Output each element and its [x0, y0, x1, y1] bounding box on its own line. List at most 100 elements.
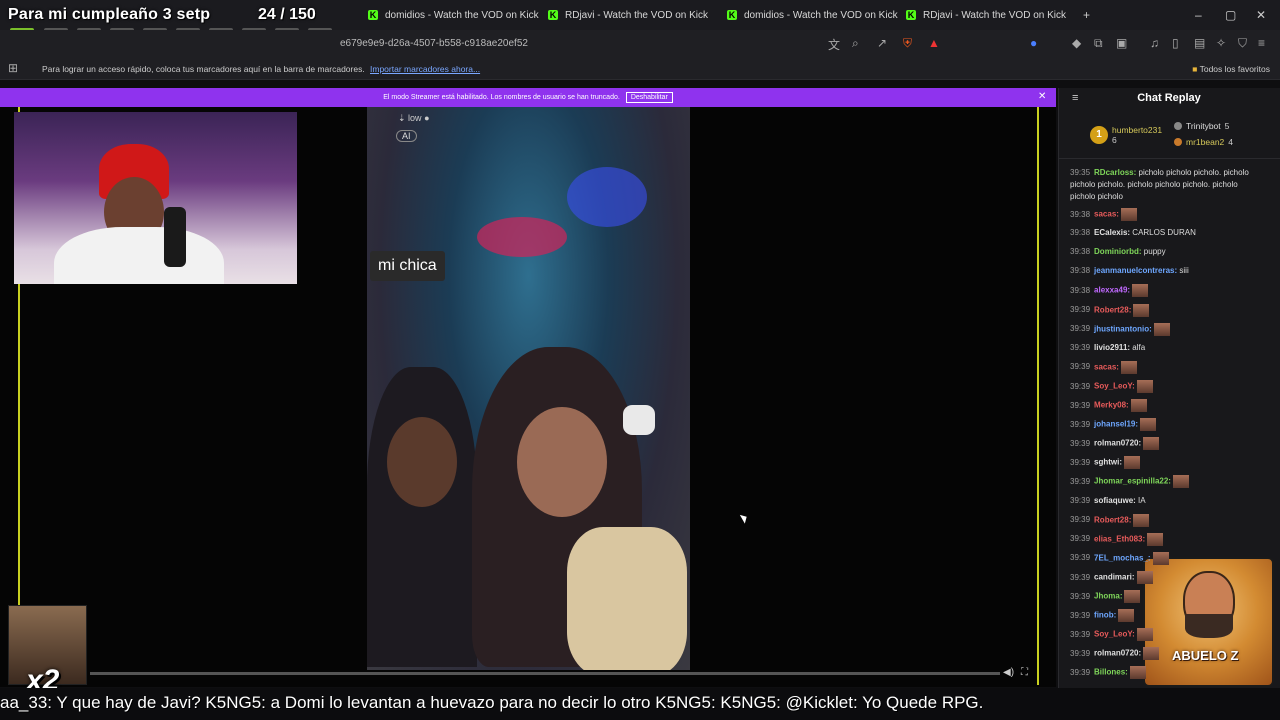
overlay-title: Para mi cumpleaño 3 setp: [8, 6, 211, 23]
neon-light: [567, 167, 647, 227]
chat-text: puppy: [1141, 247, 1166, 257]
chat-emote: [1130, 399, 1147, 412]
chat-username[interactable]: rolman0720:: [1094, 439, 1141, 448]
gift-leaderboard: 1 humberto231 6 Trinitybot 5 mr1bean2 4: [1058, 115, 1280, 159]
chat-text: siii: [1177, 266, 1189, 276]
sidebar-icon[interactable]: ▯: [1172, 36, 1179, 50]
chat-username[interactable]: Jhoma:: [1094, 592, 1122, 601]
chat-timestamp: 39:39: [1070, 553, 1091, 563]
kick-icon: K: [368, 10, 378, 20]
extensions-icon[interactable]: ⧉: [1094, 36, 1103, 51]
leaderboard-count: 6: [1112, 135, 1117, 145]
chat-timestamp: 39:38: [1070, 266, 1091, 276]
chat-username[interactable]: rolman0720:: [1094, 649, 1141, 658]
chat-username[interactable]: sofiaquwe:: [1094, 496, 1136, 505]
minimize-icon[interactable]: –: [1195, 8, 1202, 22]
chat-username[interactable]: Soy_LeoY:: [1094, 382, 1135, 391]
maximize-icon[interactable]: ▢: [1225, 8, 1236, 22]
chat-username[interactable]: sghtwi:: [1094, 458, 1122, 467]
chat-message: 39:39 Soy_LeoY:: [1070, 628, 1260, 642]
chat-username[interactable]: RDcarloss:: [1094, 168, 1136, 177]
chat-username[interactable]: Merky08:: [1094, 401, 1129, 410]
chat-username[interactable]: sacas:: [1094, 210, 1119, 219]
tab-item[interactable]: K RDjavi - Watch the VOD on Kick: [548, 4, 708, 26]
chat-message: 39:39 Merky08:: [1070, 399, 1260, 412]
chat-username[interactable]: Dominiorbd:: [1094, 247, 1142, 256]
new-tab-icon[interactable]: +: [1083, 8, 1090, 22]
sweater: [567, 527, 687, 670]
chat-title: Chat Replay: [1137, 92, 1201, 104]
chat-username[interactable]: Robert28:: [1094, 305, 1131, 314]
chat-timestamp: 39:39: [1070, 305, 1091, 315]
leaderboard-count: 5: [1224, 121, 1230, 131]
chat-username[interactable]: 7EL_mochas_:: [1094, 553, 1150, 562]
screenshot-icon[interactable]: ▣: [1116, 36, 1127, 50]
brave-rewards-icon[interactable]: ▲: [928, 36, 940, 50]
chat-username[interactable]: jeanmanuelcontreras:: [1094, 266, 1177, 275]
leo-icon[interactable]: ✧: [1216, 36, 1226, 50]
chat-timestamp: 39:39: [1070, 342, 1091, 352]
chat-username[interactable]: Billones:: [1094, 668, 1128, 677]
close-window-icon[interactable]: ✕: [1256, 8, 1266, 22]
apps-grid-icon[interactable]: ⊞: [8, 61, 18, 75]
chat-username[interactable]: candimari:: [1094, 573, 1134, 582]
wallet-icon[interactable]: ◆: [1072, 36, 1081, 50]
face: [387, 417, 457, 507]
quality-label: ⇣ low ●: [398, 113, 430, 123]
tab-item[interactable]: K domidios - Watch the VOD on Kick: [368, 4, 539, 26]
chat-emote: [1147, 532, 1164, 546]
chat-message: 39:39 rolman0720:: [1070, 647, 1260, 661]
neon-light: [477, 217, 567, 257]
all-bookmarks-folder[interactable]: ■ Todos los favoritos: [1192, 64, 1270, 74]
chat-timestamp: 39:39: [1070, 419, 1091, 429]
chat-text: alfa: [1130, 342, 1146, 352]
chat-username[interactable]: livio2911:: [1094, 343, 1130, 352]
brave-shield-icon[interactable]: ⛨: [903, 36, 912, 51]
volume-icon[interactable]: ◀): [1003, 667, 1014, 678]
white-shirt: [54, 227, 224, 284]
chat-username[interactable]: alexxa49:: [1094, 286, 1130, 295]
chat-emote: [1124, 590, 1141, 603]
chat-username[interactable]: johansel19:: [1094, 420, 1138, 429]
menu-icon[interactable]: ≡: [1258, 36, 1265, 50]
wallet2-icon[interactable]: ▤: [1194, 36, 1205, 50]
chat-emote: [1133, 303, 1150, 317]
chat-message: 39:39 johansel19:: [1070, 418, 1260, 432]
tab-label: RDjavi - Watch the VOD on Kick: [923, 9, 1067, 21]
import-bookmarks-link[interactable]: Importar marcadores ahora...: [370, 64, 480, 74]
chat-emote: [1136, 570, 1153, 584]
chat-username[interactable]: jhustinantonio:: [1094, 324, 1152, 333]
banner-text: El modo Streamer está habilitado. Los no…: [383, 94, 620, 101]
video-progress-bar[interactable]: [90, 672, 1000, 675]
chat-username[interactable]: elias_Eth083:: [1094, 534, 1145, 543]
cat-emoji: [623, 405, 655, 435]
tab-item[interactable]: K domidios - Watch the VOD on Kick: [727, 4, 898, 26]
chat-message: 39:39 Robert28:: [1070, 303, 1260, 317]
chat-message: 39:39 finob:: [1070, 609, 1260, 623]
music-icon[interactable]: ♫: [1150, 36, 1159, 50]
chat-username[interactable]: sacas:: [1094, 362, 1119, 371]
vpn-icon[interactable]: ⛉: [1238, 36, 1247, 51]
rank-badge: 1: [1090, 126, 1108, 144]
chat-text: CARLOS DURAN: [1130, 228, 1196, 238]
chat-message: 39:38 alexxa49:: [1070, 284, 1260, 298]
share-icon[interactable]: ↗: [877, 36, 887, 50]
chat-emote: [1136, 628, 1153, 642]
chat-timestamp: 39:39: [1070, 591, 1091, 601]
chat-username[interactable]: Jhomar_espinilla22:: [1094, 477, 1171, 486]
chat-username[interactable]: Robert28:: [1094, 515, 1131, 524]
chat-username[interactable]: ECalexis:: [1094, 228, 1130, 237]
tab-item[interactable]: K RDjavi - Watch the VOD on Kick: [906, 4, 1066, 26]
url-field[interactable]: e679e9e9-d26a-4507-b558-c918ae20ef52: [340, 38, 528, 49]
chat-text: IA: [1135, 495, 1146, 505]
chat-username[interactable]: finob:: [1094, 611, 1116, 620]
disable-streamer-mode-button[interactable]: Deshabilitar: [625, 92, 673, 103]
fullscreen-icon[interactable]: ⛶: [1021, 667, 1028, 678]
translate-icon[interactable]: 文: [828, 36, 840, 53]
extension-icon[interactable]: ●: [1030, 36, 1037, 50]
zoom-icon[interactable]: ⌕: [852, 36, 859, 51]
person-left: [367, 367, 477, 667]
rank-badge-icon: [1174, 138, 1182, 146]
chat-username[interactable]: Soy_LeoY:: [1094, 630, 1135, 639]
chat-timestamp: 39:39: [1070, 629, 1091, 639]
